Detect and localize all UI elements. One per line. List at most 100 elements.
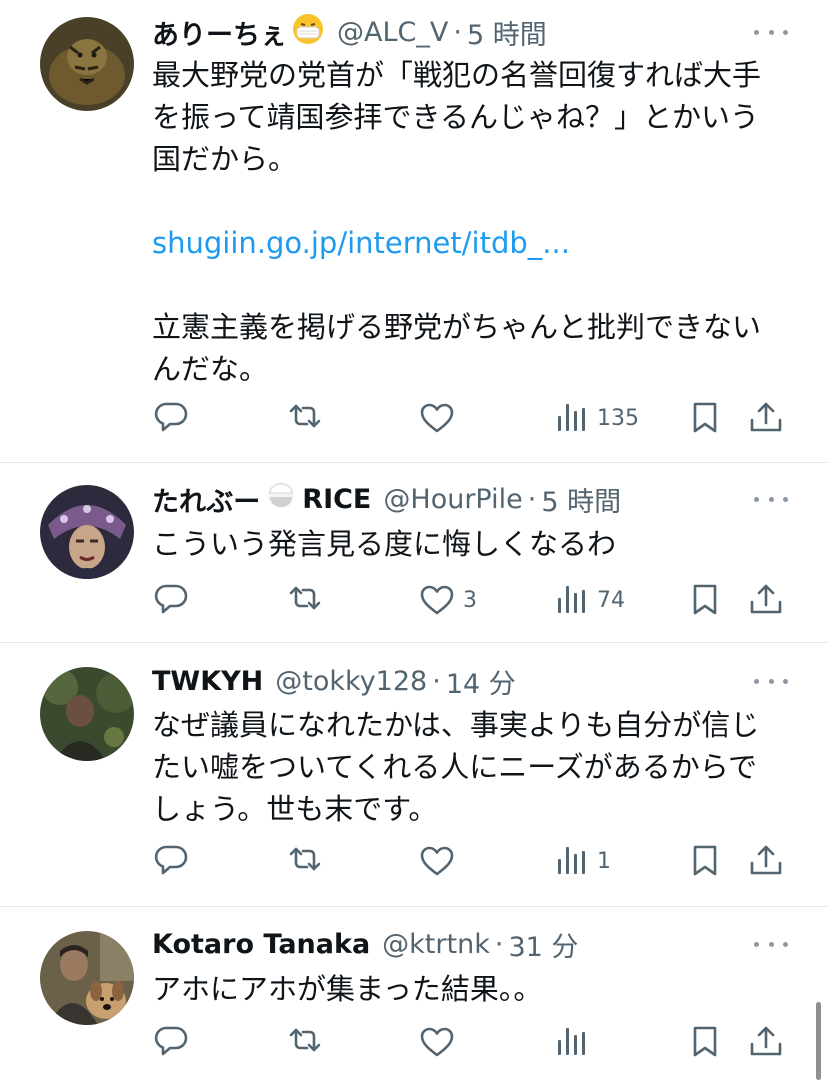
text-line: こういう発言見る度に悔しくなるわ	[152, 527, 617, 561]
reply-button[interactable]	[152, 1022, 188, 1062]
tweet-4[interactable]: Kotaro Tanaka @ktrtnk · 31 分 アホにアホが集まった結果。…	[0, 907, 828, 1082]
like-button[interactable]	[419, 398, 455, 438]
reply-icon	[154, 845, 188, 875]
display-name[interactable]: ありーちぇ	[152, 13, 287, 52]
views-button[interactable]	[555, 1022, 589, 1062]
bookmark-button[interactable]	[688, 1022, 722, 1062]
scrollbar[interactable]	[816, 1002, 821, 1080]
share-button[interactable]	[748, 580, 784, 620]
reply-button[interactable]	[152, 398, 188, 438]
more-icon[interactable]	[754, 932, 788, 956]
avatar[interactable]	[40, 17, 134, 111]
bookmark-button[interactable]	[688, 398, 722, 438]
text-line: 国だから。	[152, 142, 298, 176]
tweet-link[interactable]: shugiin.go.jp/internet/itdb_...	[152, 222, 792, 264]
tweet-header: Kotaro Tanaka @ktrtnk · 31 分	[152, 924, 578, 964]
separator: ·	[494, 928, 504, 960]
more-icon[interactable]	[754, 487, 788, 511]
heart-icon	[420, 1027, 454, 1057]
reply-icon	[154, 1026, 188, 1056]
tweet-header: ありーちぇ @ALC_V · 5 時間	[152, 12, 547, 52]
more-icon[interactable]	[754, 669, 788, 693]
text-line: 立憲主義を掲げる野党がちゃんと批判できない	[152, 310, 762, 344]
avatar[interactable]	[40, 931, 134, 1025]
action-bar: 135	[0, 398, 828, 438]
retweet-button[interactable]	[287, 398, 323, 438]
views-button[interactable]: 1	[555, 841, 611, 881]
share-icon	[750, 584, 782, 614]
views-count: 135	[597, 405, 639, 431]
text-line: を振って靖国参拝できるんじゃね？」とかいう	[152, 100, 759, 134]
separator: ·	[432, 665, 441, 697]
retweet-button[interactable]	[287, 841, 323, 881]
views-count: 1	[597, 848, 611, 874]
timestamp[interactable]: 14 分	[446, 662, 516, 701]
like-button[interactable]: 3	[419, 580, 477, 620]
tweet-3[interactable]: TWKYH @tokky128 · 14 分 なぜ議員になれたかは、事実よりも自分が…	[0, 643, 828, 906]
heart-icon	[420, 585, 454, 615]
heart-icon	[420, 403, 454, 433]
share-icon	[750, 1026, 782, 1056]
timestamp[interactable]: 5 時間	[467, 13, 547, 52]
views-icon	[558, 404, 585, 431]
text-line: しょう。世も末です。	[152, 792, 438, 826]
more-icon[interactable]	[754, 20, 788, 44]
avatar[interactable]	[40, 667, 134, 761]
handle[interactable]: @ALC_V	[337, 17, 448, 48]
retweet-button[interactable]	[287, 1022, 323, 1062]
tweet-header: たれぶー RICE @HourPile · 5 時間	[152, 479, 621, 519]
heart-icon	[420, 846, 454, 876]
bookmark-button[interactable]	[688, 841, 722, 881]
retweet-icon	[289, 1028, 321, 1052]
retweet-button[interactable]	[287, 580, 323, 620]
handle[interactable]: @ktrtnk	[382, 929, 490, 960]
display-name[interactable]: TWKYH	[152, 666, 263, 697]
reply-button[interactable]	[152, 841, 188, 881]
separator: ·	[453, 16, 462, 48]
avatar[interactable]	[40, 485, 134, 579]
reply-icon	[154, 584, 188, 614]
tweet-header: TWKYH @tokky128 · 14 分	[152, 661, 516, 701]
share-button[interactable]	[748, 398, 784, 438]
timestamp[interactable]: 5 時間	[541, 480, 621, 519]
retweet-icon	[289, 847, 321, 871]
bookmark-icon	[693, 1026, 717, 1057]
share-button[interactable]	[748, 841, 784, 881]
tweet-1[interactable]: ありーちぇ @ALC_V · 5 時間 最大野党の党首が「戦犯の名誉回復すれば大手 …	[0, 0, 828, 462]
views-count: 74	[597, 587, 625, 613]
text-line: んだな。	[152, 352, 269, 386]
share-button[interactable]	[748, 1022, 784, 1062]
rice-bowl-emoji	[264, 479, 298, 520]
retweet-icon	[289, 586, 321, 610]
timestamp[interactable]: 31 分	[508, 925, 578, 964]
views-icon	[558, 847, 585, 874]
tweet-2[interactable]: たれぶー RICE @HourPile · 5 時間 こういう発言見る度に悔しくなる…	[0, 463, 828, 642]
like-count: 3	[463, 587, 477, 613]
text-line: なぜ議員になれたかは、事実よりも自分が信じ	[152, 708, 760, 742]
bookmark-button[interactable]	[688, 580, 722, 620]
handle[interactable]: @HourPile	[383, 484, 522, 515]
reply-icon	[154, 402, 188, 432]
display-name-suffix[interactable]: RICE	[302, 484, 371, 515]
share-icon	[750, 845, 782, 875]
text-line: 最大野党の党首が「戦犯の名誉回復すれば大手	[152, 58, 762, 92]
separator: ·	[527, 483, 537, 515]
views-icon	[558, 1028, 585, 1055]
like-button[interactable]	[419, 841, 455, 881]
tweet-text: こういう発言見る度に悔しくなるわ	[152, 523, 792, 565]
bookmark-icon	[693, 402, 717, 433]
bookmark-icon	[693, 584, 717, 615]
views-button[interactable]: 135	[555, 398, 639, 438]
handle[interactable]: @tokky128	[275, 666, 427, 697]
views-icon	[558, 586, 585, 613]
tweet-text: アホにアホが集まった結果。。	[152, 968, 792, 1010]
reply-button[interactable]	[152, 580, 188, 620]
display-name[interactable]: たれぶー	[152, 480, 260, 519]
retweet-icon	[289, 404, 321, 428]
like-button[interactable]	[419, 1022, 455, 1062]
tweet-text: なぜ議員になれたかは、事実よりも自分が信じ たい嘘をついてくれる人にニーズがある…	[152, 704, 792, 830]
views-button[interactable]: 74	[555, 580, 625, 620]
bookmark-icon	[693, 845, 717, 876]
display-name[interactable]: Kotaro Tanaka	[152, 929, 370, 960]
text-line: アホにアホが集まった結果。。	[152, 972, 543, 1006]
